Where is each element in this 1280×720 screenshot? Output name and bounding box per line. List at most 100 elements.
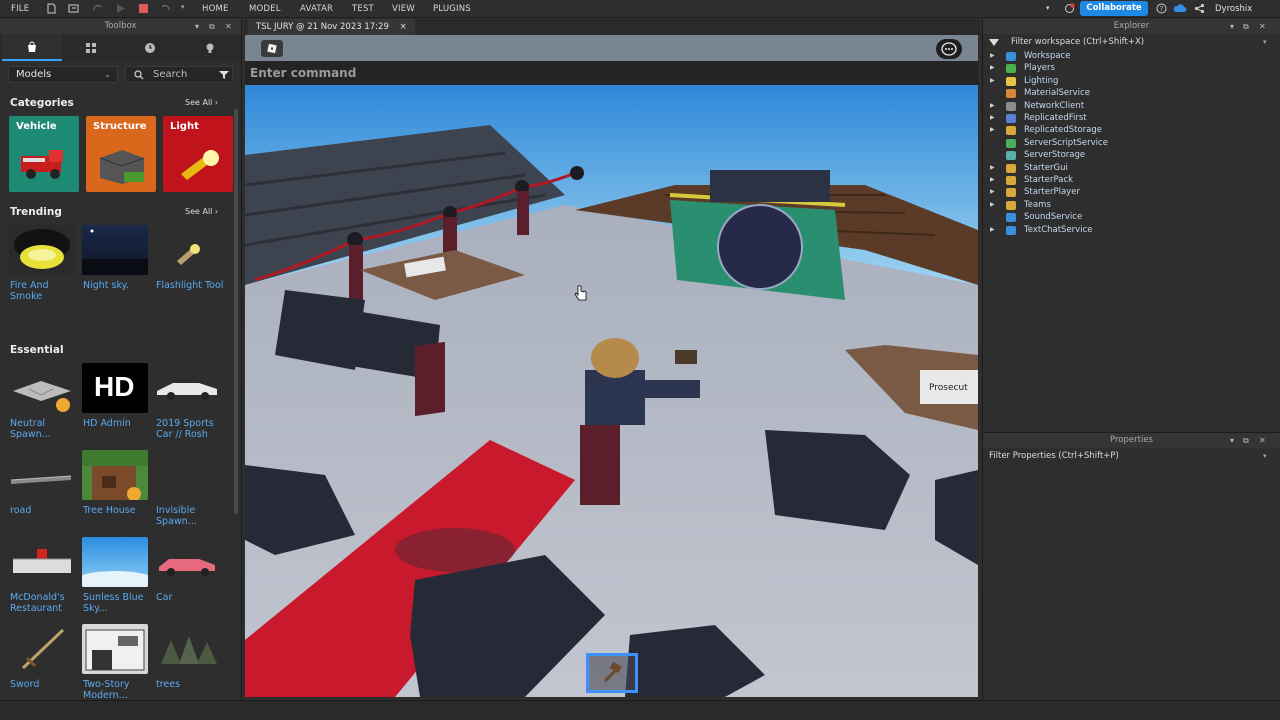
menu-test[interactable]: TEST	[352, 4, 374, 14]
essential-label[interactable]: Sword	[10, 679, 82, 690]
essential-thumb-trees[interactable]	[155, 624, 221, 674]
expand-arrow-icon[interactable]: ▶	[990, 199, 995, 211]
panel-close-icon[interactable]: ✕	[1259, 436, 1266, 445]
expand-arrow-icon[interactable]: ▶	[990, 124, 995, 136]
expand-arrow-icon[interactable]: ▶	[990, 112, 995, 124]
essential-thumb-road[interactable]	[9, 450, 75, 500]
panel-close-icon[interactable]: ✕	[1259, 22, 1266, 31]
play-icon[interactable]	[115, 3, 126, 14]
tab-inventory[interactable]	[2, 35, 62, 61]
explorer-item[interactable]: ▶ Lighting	[983, 75, 1280, 87]
expand-arrow-icon[interactable]: ▶	[990, 224, 995, 236]
trending-label[interactable]: Flashlight Tool	[156, 280, 228, 291]
collapse-ribbon-icon[interactable]: ▾	[1046, 4, 1050, 12]
see-all-categories-link[interactable]: See All ›	[185, 98, 218, 107]
new-file-icon[interactable]	[46, 3, 57, 14]
undo-icon[interactable]	[160, 3, 171, 14]
essential-thumb-car[interactable]	[155, 537, 221, 587]
explorer-item[interactable]: ServerStorage	[983, 149, 1280, 161]
essential-thumb-tree-house[interactable]	[82, 450, 148, 500]
filter-icon[interactable]	[219, 70, 229, 80]
explorer-item[interactable]: MaterialService	[983, 87, 1280, 99]
share-icon[interactable]	[1194, 3, 1205, 14]
explorer-item[interactable]: ▶ StarterPack	[983, 174, 1280, 186]
category-select[interactable]: Models ⌄	[8, 66, 118, 83]
trending-label[interactable]: Night sky.	[83, 280, 155, 291]
explorer-item[interactable]: ▶ ReplicatedStorage	[983, 124, 1280, 136]
trending-thumb-flashlight-tool[interactable]	[155, 225, 221, 275]
category-structure[interactable]: Structure	[86, 116, 156, 192]
search-input[interactable]: Search	[125, 66, 233, 83]
panel-popout-icon[interactable]: ⧉	[1243, 22, 1249, 32]
explorer-item[interactable]: ▶ StarterGui	[983, 162, 1280, 174]
explorer-item[interactable]: ▶ ReplicatedFirst	[983, 112, 1280, 124]
properties-filter-input[interactable]: Filter Properties (Ctrl+Shift+P) ▾	[983, 449, 1280, 463]
essential-label[interactable]: Car	[156, 592, 228, 603]
essential-label[interactable]: McDonald's Restaurant	[10, 592, 82, 614]
tab-place[interactable]: TSL JURY @ 21 Nov 2023 17:29 ×	[248, 19, 415, 35]
panel-popout-icon[interactable]: ⧉	[209, 22, 215, 32]
essential-label[interactable]: HD Admin	[83, 418, 155, 429]
essential-label[interactable]: Two-Story Modern...	[83, 679, 155, 700]
explorer-filter-input[interactable]: Filter workspace (Ctrl+Shift+X) ▾	[983, 35, 1280, 49]
close-tab-icon[interactable]: ×	[400, 22, 407, 32]
roblox-menu-button[interactable]	[261, 40, 283, 57]
essential-thumb-mcdonalds[interactable]	[9, 537, 75, 587]
category-vehicle[interactable]: Vehicle	[9, 116, 79, 192]
help-icon[interactable]: ?	[1156, 3, 1167, 14]
essential-thumb-invisible-spawn[interactable]	[155, 450, 221, 500]
menu-home[interactable]: HOME	[202, 4, 229, 14]
game-viewport[interactable]: Prosecut Enter command	[245, 35, 978, 697]
expand-arrow-icon[interactable]: ▶	[990, 174, 995, 186]
quick-access-dropdown-icon[interactable]: ▾	[181, 3, 185, 11]
essential-thumb-hd-admin[interactable]: HD	[82, 363, 148, 413]
menu-model[interactable]: MODEL	[249, 4, 281, 14]
redo-icon[interactable]	[92, 3, 103, 14]
essential-label[interactable]: 2019 Sports Car // Rosh	[156, 418, 228, 440]
explorer-item[interactable]: ▶ Workspace	[983, 50, 1280, 62]
trending-label[interactable]: Fire And Smoke	[10, 280, 82, 302]
user-menu[interactable]: Dyroshix	[1215, 4, 1252, 14]
share-notification-icon[interactable]	[1064, 3, 1075, 14]
category-light[interactable]: Light	[163, 116, 233, 192]
panel-dropdown-icon[interactable]: ▾	[195, 22, 199, 31]
chat-button[interactable]	[936, 39, 962, 59]
expand-arrow-icon[interactable]: ▶	[990, 50, 995, 62]
essential-label[interactable]: Invisible Spawn...	[156, 505, 228, 527]
toolbox-scrollbar[interactable]	[234, 109, 238, 514]
publish-icon[interactable]	[68, 3, 79, 14]
hotbar-slot-gavel[interactable]	[586, 653, 638, 693]
trending-thumb-night-sky[interactable]	[82, 225, 148, 275]
essential-thumb-sports-car[interactable]	[155, 363, 221, 413]
expand-arrow-icon[interactable]: ▶	[990, 162, 995, 174]
menu-view[interactable]: VIEW	[392, 4, 415, 14]
panel-dropdown-icon[interactable]: ▾	[1230, 436, 1234, 445]
explorer-item[interactable]: ▶ Players	[983, 62, 1280, 74]
explorer-item[interactable]: ▶ StarterPlayer	[983, 186, 1280, 198]
essential-thumb-sunless-blue-sky[interactable]	[82, 537, 148, 587]
see-all-trending-link[interactable]: See All ›	[185, 207, 218, 216]
command-bar[interactable]: Enter command	[245, 61, 978, 85]
essential-thumb-sword[interactable]	[9, 624, 75, 674]
expand-arrow-icon[interactable]: ▶	[990, 100, 995, 112]
essential-label[interactable]: trees	[156, 679, 228, 690]
tab-marketplace[interactable]	[61, 35, 121, 61]
essential-label[interactable]: Sunless Blue Sky...	[83, 592, 155, 614]
explorer-item[interactable]: SoundService	[983, 211, 1280, 223]
panel-popout-icon[interactable]: ⧉	[1243, 436, 1249, 446]
essential-label[interactable]: Neutral Spawn...	[10, 418, 82, 440]
stop-icon[interactable]	[138, 3, 149, 14]
tab-creations[interactable]	[180, 35, 240, 61]
tab-recent[interactable]	[120, 35, 180, 61]
collaborate-button[interactable]: Collaborate	[1080, 1, 1148, 16]
cloud-icon[interactable]	[1173, 3, 1187, 14]
expand-arrow-icon[interactable]: ▶	[990, 75, 995, 87]
menu-avatar[interactable]: AVATAR	[300, 4, 333, 14]
explorer-item[interactable]: ▶ TextChatService	[983, 224, 1280, 236]
panel-dropdown-icon[interactable]: ▾	[1230, 22, 1234, 31]
expand-arrow-icon[interactable]: ▶	[990, 186, 995, 198]
panel-close-icon[interactable]: ✕	[225, 22, 232, 31]
essential-label[interactable]: Tree House	[83, 505, 155, 516]
explorer-item[interactable]: ServerScriptService	[983, 137, 1280, 149]
menu-file[interactable]: FILE	[11, 4, 29, 14]
